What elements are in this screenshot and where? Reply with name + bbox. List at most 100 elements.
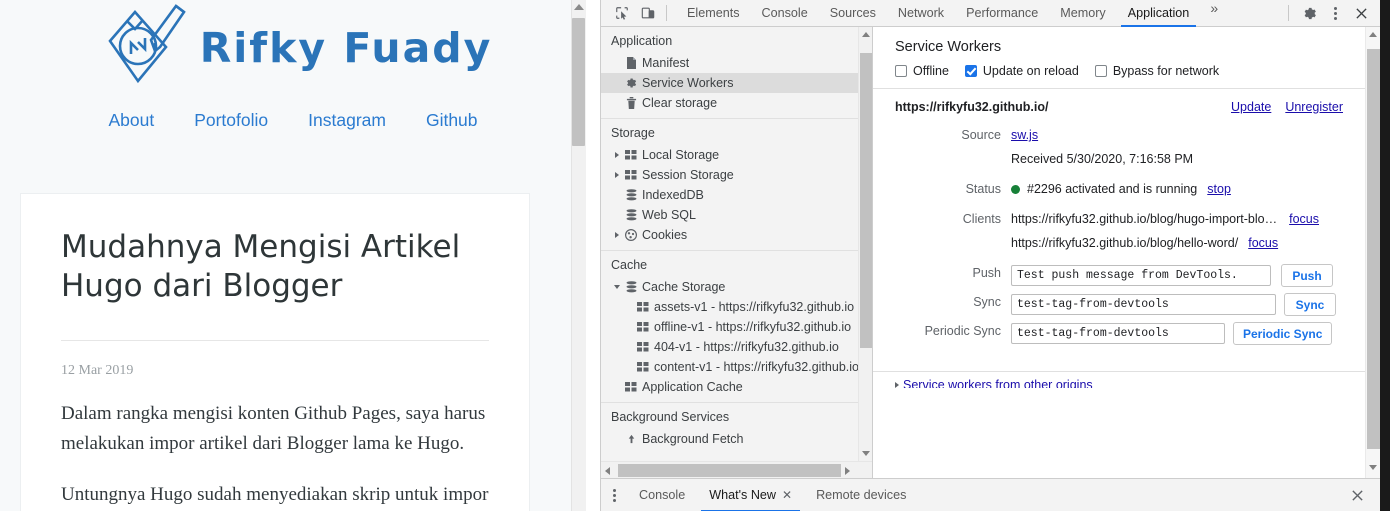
- offline-checkbox[interactable]: Offline: [895, 64, 949, 78]
- chevron-right-icon[interactable]: [611, 232, 623, 238]
- sidebar-item-cache-404-v1[interactable]: 404-v1 - https://rifkyfu32.github.io: [601, 337, 858, 357]
- devtools-toolbar-right: [1281, 2, 1380, 24]
- drawer-menu-icon[interactable]: [601, 488, 627, 502]
- other-origins-section[interactable]: Service workers from other origins: [873, 372, 1365, 388]
- push-button[interactable]: Push: [1281, 264, 1333, 287]
- sidebar-item-local-storage[interactable]: Local Storage: [601, 145, 858, 165]
- device-toolbar-icon[interactable]: [635, 2, 661, 24]
- sidebar-item-indexeddb[interactable]: IndexedDB: [601, 185, 858, 205]
- sync-button[interactable]: Sync: [1284, 293, 1336, 316]
- sidebar-item-label: Application Cache: [642, 380, 743, 394]
- focus-link[interactable]: focus: [1248, 234, 1278, 252]
- table-icon: [635, 302, 651, 312]
- page-scrollbar-thumb[interactable]: [572, 18, 585, 146]
- sidebar-item-cache-storage[interactable]: Cache Storage: [601, 277, 858, 297]
- sidebar-vertical-scrollbar[interactable]: [858, 27, 872, 461]
- push-input[interactable]: [1011, 265, 1271, 286]
- sidebar-item-cache-assets-v1[interactable]: assets-v1 - https://rifkyfu32.github.io: [601, 297, 858, 317]
- gear-icon: [623, 77, 639, 89]
- bypass-for-network-checkbox[interactable]: Bypass for network: [1094, 64, 1219, 78]
- scroll-right-arrow-icon[interactable]: [845, 467, 850, 475]
- tab-network[interactable]: Network: [887, 0, 955, 27]
- close-icon[interactable]: [1348, 2, 1374, 24]
- inspect-element-icon[interactable]: [609, 2, 635, 24]
- source-file-link[interactable]: sw.js: [1011, 126, 1038, 144]
- clients-value: https://rifkyfu32.github.io/blog/hello-w…: [1011, 234, 1278, 252]
- sidebar-item-background-fetch[interactable]: Background Fetch: [601, 429, 858, 449]
- drawer-tab-console[interactable]: Console: [627, 479, 697, 511]
- sidebar-item-cookies[interactable]: Cookies: [601, 225, 858, 245]
- scroll-up-arrow-icon[interactable]: [1369, 32, 1377, 37]
- page-scrollbar[interactable]: [571, 0, 586, 511]
- tab-console[interactable]: Console: [751, 0, 819, 27]
- clients-value: https://rifkyfu32.github.io/blog/hugo-im…: [1011, 210, 1319, 228]
- tree-section-cache: Cache Cache Storage assets-v1 - https://…: [601, 251, 858, 403]
- focus-link[interactable]: focus: [1289, 210, 1319, 228]
- stop-link[interactable]: stop: [1207, 180, 1231, 198]
- sidebar-item-application-cache[interactable]: Application Cache: [601, 377, 858, 397]
- nav-item-instagram[interactable]: Instagram: [308, 110, 386, 131]
- gear-icon[interactable]: [1296, 2, 1322, 24]
- table-icon: [623, 170, 639, 180]
- tree-heading: Background Services: [611, 410, 730, 424]
- sidebar-item-clear-storage[interactable]: Clear storage: [601, 93, 858, 113]
- update-on-reload-checkbox[interactable]: Update on reload: [964, 64, 1079, 78]
- scroll-up-arrow-icon[interactable]: [574, 4, 584, 10]
- toolbar-divider: [666, 5, 667, 21]
- scroll-up-arrow-icon[interactable]: [862, 32, 870, 37]
- site-title: Rifky Fuady: [199, 23, 493, 72]
- site-nav: About Portofolio Instagram Github: [0, 110, 586, 131]
- drawer-tab-whats-new[interactable]: What's New ✕: [697, 479, 804, 511]
- sidebar-item-cache-offline-v1[interactable]: offline-v1 - https://rifkyfu32.github.io: [601, 317, 858, 337]
- nav-item-portofolio[interactable]: Portofolio: [194, 110, 268, 131]
- checkbox-box[interactable]: [964, 65, 977, 77]
- more-vertical-icon[interactable]: [1322, 2, 1348, 24]
- chevron-right-icon[interactable]: [611, 152, 623, 158]
- sidebar-horizontal-scrollbar[interactable]: [601, 461, 872, 478]
- sidebar-item-session-storage[interactable]: Session Storage: [601, 165, 858, 185]
- nav-item-about[interactable]: About: [108, 110, 154, 131]
- panel-vertical-scrollbar[interactable]: [1365, 27, 1380, 478]
- sync-input[interactable]: [1011, 294, 1276, 315]
- scroll-down-arrow-icon[interactable]: [862, 451, 870, 456]
- drawer-tab-remote-devices[interactable]: Remote devices: [804, 479, 918, 511]
- update-link[interactable]: Update: [1231, 100, 1271, 114]
- chevron-right-icon[interactable]: [611, 172, 623, 178]
- site-logo[interactable]: Rifky Fuady: [0, 0, 586, 102]
- chevron-right-icon[interactable]: [895, 382, 899, 388]
- tab-elements[interactable]: Elements: [676, 0, 751, 27]
- sidebar-item-web-sql[interactable]: Web SQL: [601, 205, 858, 225]
- sidebar-item-label: Clear storage: [642, 96, 718, 110]
- close-icon[interactable]: ✕: [782, 488, 792, 502]
- scroll-down-arrow-icon[interactable]: [1369, 465, 1377, 470]
- more-tabs-icon[interactable]: »: [1200, 0, 1228, 27]
- chevron-down-icon[interactable]: [611, 285, 623, 289]
- table-icon: [635, 322, 651, 332]
- status-row: Status #2296 activated and is running st…: [873, 180, 1365, 198]
- panel-scrollbar-thumb[interactable]: [1367, 49, 1380, 449]
- scroll-left-arrow-icon[interactable]: [605, 467, 610, 475]
- database-icon: [623, 209, 639, 221]
- tab-sources[interactable]: Sources: [819, 0, 887, 27]
- nav-item-github[interactable]: Github: [426, 110, 478, 131]
- drawer-close-icon[interactable]: [1344, 484, 1370, 506]
- periodic-sync-input[interactable]: [1011, 323, 1225, 344]
- unregister-link[interactable]: Unregister: [1285, 100, 1343, 114]
- sidebar-scrollbar-thumb[interactable]: [860, 53, 872, 348]
- tab-memory[interactable]: Memory: [1049, 0, 1116, 27]
- service-worker-options: Offline Update on reload Bypass for netw…: [873, 55, 1365, 88]
- tab-performance[interactable]: Performance: [955, 0, 1049, 27]
- checkbox-box[interactable]: [1094, 65, 1107, 77]
- tree-heading: Cache: [611, 258, 648, 272]
- table-icon: [623, 150, 639, 160]
- sidebar-item-manifest[interactable]: Manifest: [601, 53, 858, 73]
- sidebar-item-service-workers[interactable]: Service Workers: [601, 73, 858, 93]
- service-workers-content: Service Workers Offline Update on reload: [873, 27, 1365, 478]
- sidebar-item-cache-content-v1[interactable]: content-v1 - https://rifkyfu32.github.io: [601, 357, 858, 377]
- periodic-sync-button[interactable]: Periodic Sync: [1233, 322, 1333, 345]
- checkbox-box[interactable]: [895, 65, 907, 77]
- sidebar-hscrollbar-thumb[interactable]: [618, 464, 841, 477]
- tab-application[interactable]: Application: [1117, 0, 1201, 27]
- sidebar-item-label: Cache Storage: [642, 280, 726, 294]
- panel-title: Service Workers: [895, 39, 1002, 55]
